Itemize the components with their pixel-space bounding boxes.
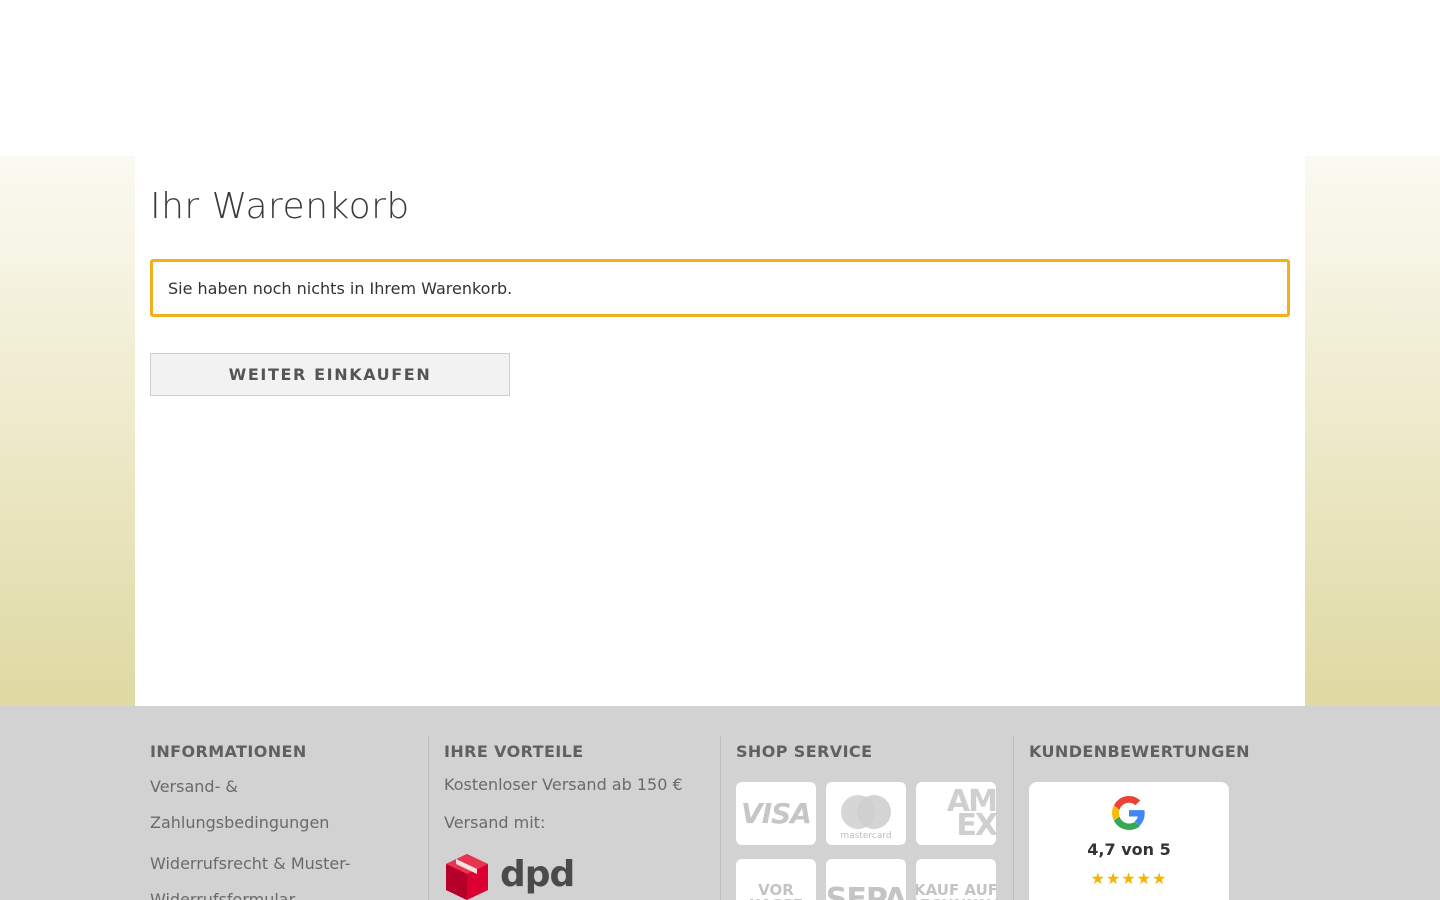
footer-informationen: INFORMATIONEN Versand- & Zahlungsbedingu… [135,736,428,900]
versand-zahlung-link[interactable]: Versand- & Zahlungsbedingungen [150,769,350,841]
footer-vorteile: IHRE VORTEILE Kostenloser Versand ab 150… [428,736,721,900]
continue-shopping-button[interactable]: WEITER EINKAUFEN [150,353,510,396]
google-review-card[interactable]: 4,7 von 5 ★★★★★ [1029,782,1229,900]
page-title: Ihr Warenkorb [150,186,410,227]
visa-icon: VISA [736,782,816,845]
footer-heading-vorteile: IHRE VORTEILE [444,742,584,761]
google-icon [1112,796,1145,830]
site-header [0,0,1440,156]
footer-heading-service: SHOP SERVICE [736,742,873,761]
widerruf-link[interactable]: Widerrufsrecht & Muster-Widerrufsformula… [150,846,370,900]
rating-stars: ★★★★★ [1090,869,1168,888]
site-footer: INFORMATIONEN Versand- & Zahlungsbedingu… [0,706,1440,900]
sepa-icon: SEPA [826,859,906,900]
footer-heading-bewertungen: KUNDENBEWERTUNGEN [1029,742,1250,761]
rechnung-icon: KAUF AUF RECHNUNG [916,859,996,900]
dpd-cube-icon [446,854,488,900]
amex-icon: AM EX [916,782,996,845]
footer-bewertungen: KUNDENBEWERTUNGEN 4,7 von 5 ★★★★★ [1013,736,1306,900]
footer-service: SHOP SERVICE VISA mastercard AM EX VOR K… [720,736,1013,900]
shipping-with-text: Versand mit: [444,813,546,832]
empty-cart-message: Sie haben noch nichts in Ihrem Warenkorb… [168,278,513,298]
dpd-logo: dpd [444,852,721,900]
dpd-wordmark: dpd [500,854,575,895]
free-shipping-text: Kostenloser Versand ab 150 € [444,775,683,794]
cart-content: Ihr Warenkorb Sie haben noch nichts in I… [135,156,1305,706]
footer-heading-informationen: INFORMATIONEN [150,742,307,761]
payment-methods: VISA mastercard AM EX VOR KASSE SEPA KAU… [736,782,1013,900]
empty-cart-notice: Sie haben noch nichts in Ihrem Warenkorb… [150,259,1290,317]
mastercard-icon: mastercard [826,782,906,845]
rating-text: 4,7 von 5 [1087,840,1171,859]
vorkasse-icon: VOR KASSE [736,859,816,900]
